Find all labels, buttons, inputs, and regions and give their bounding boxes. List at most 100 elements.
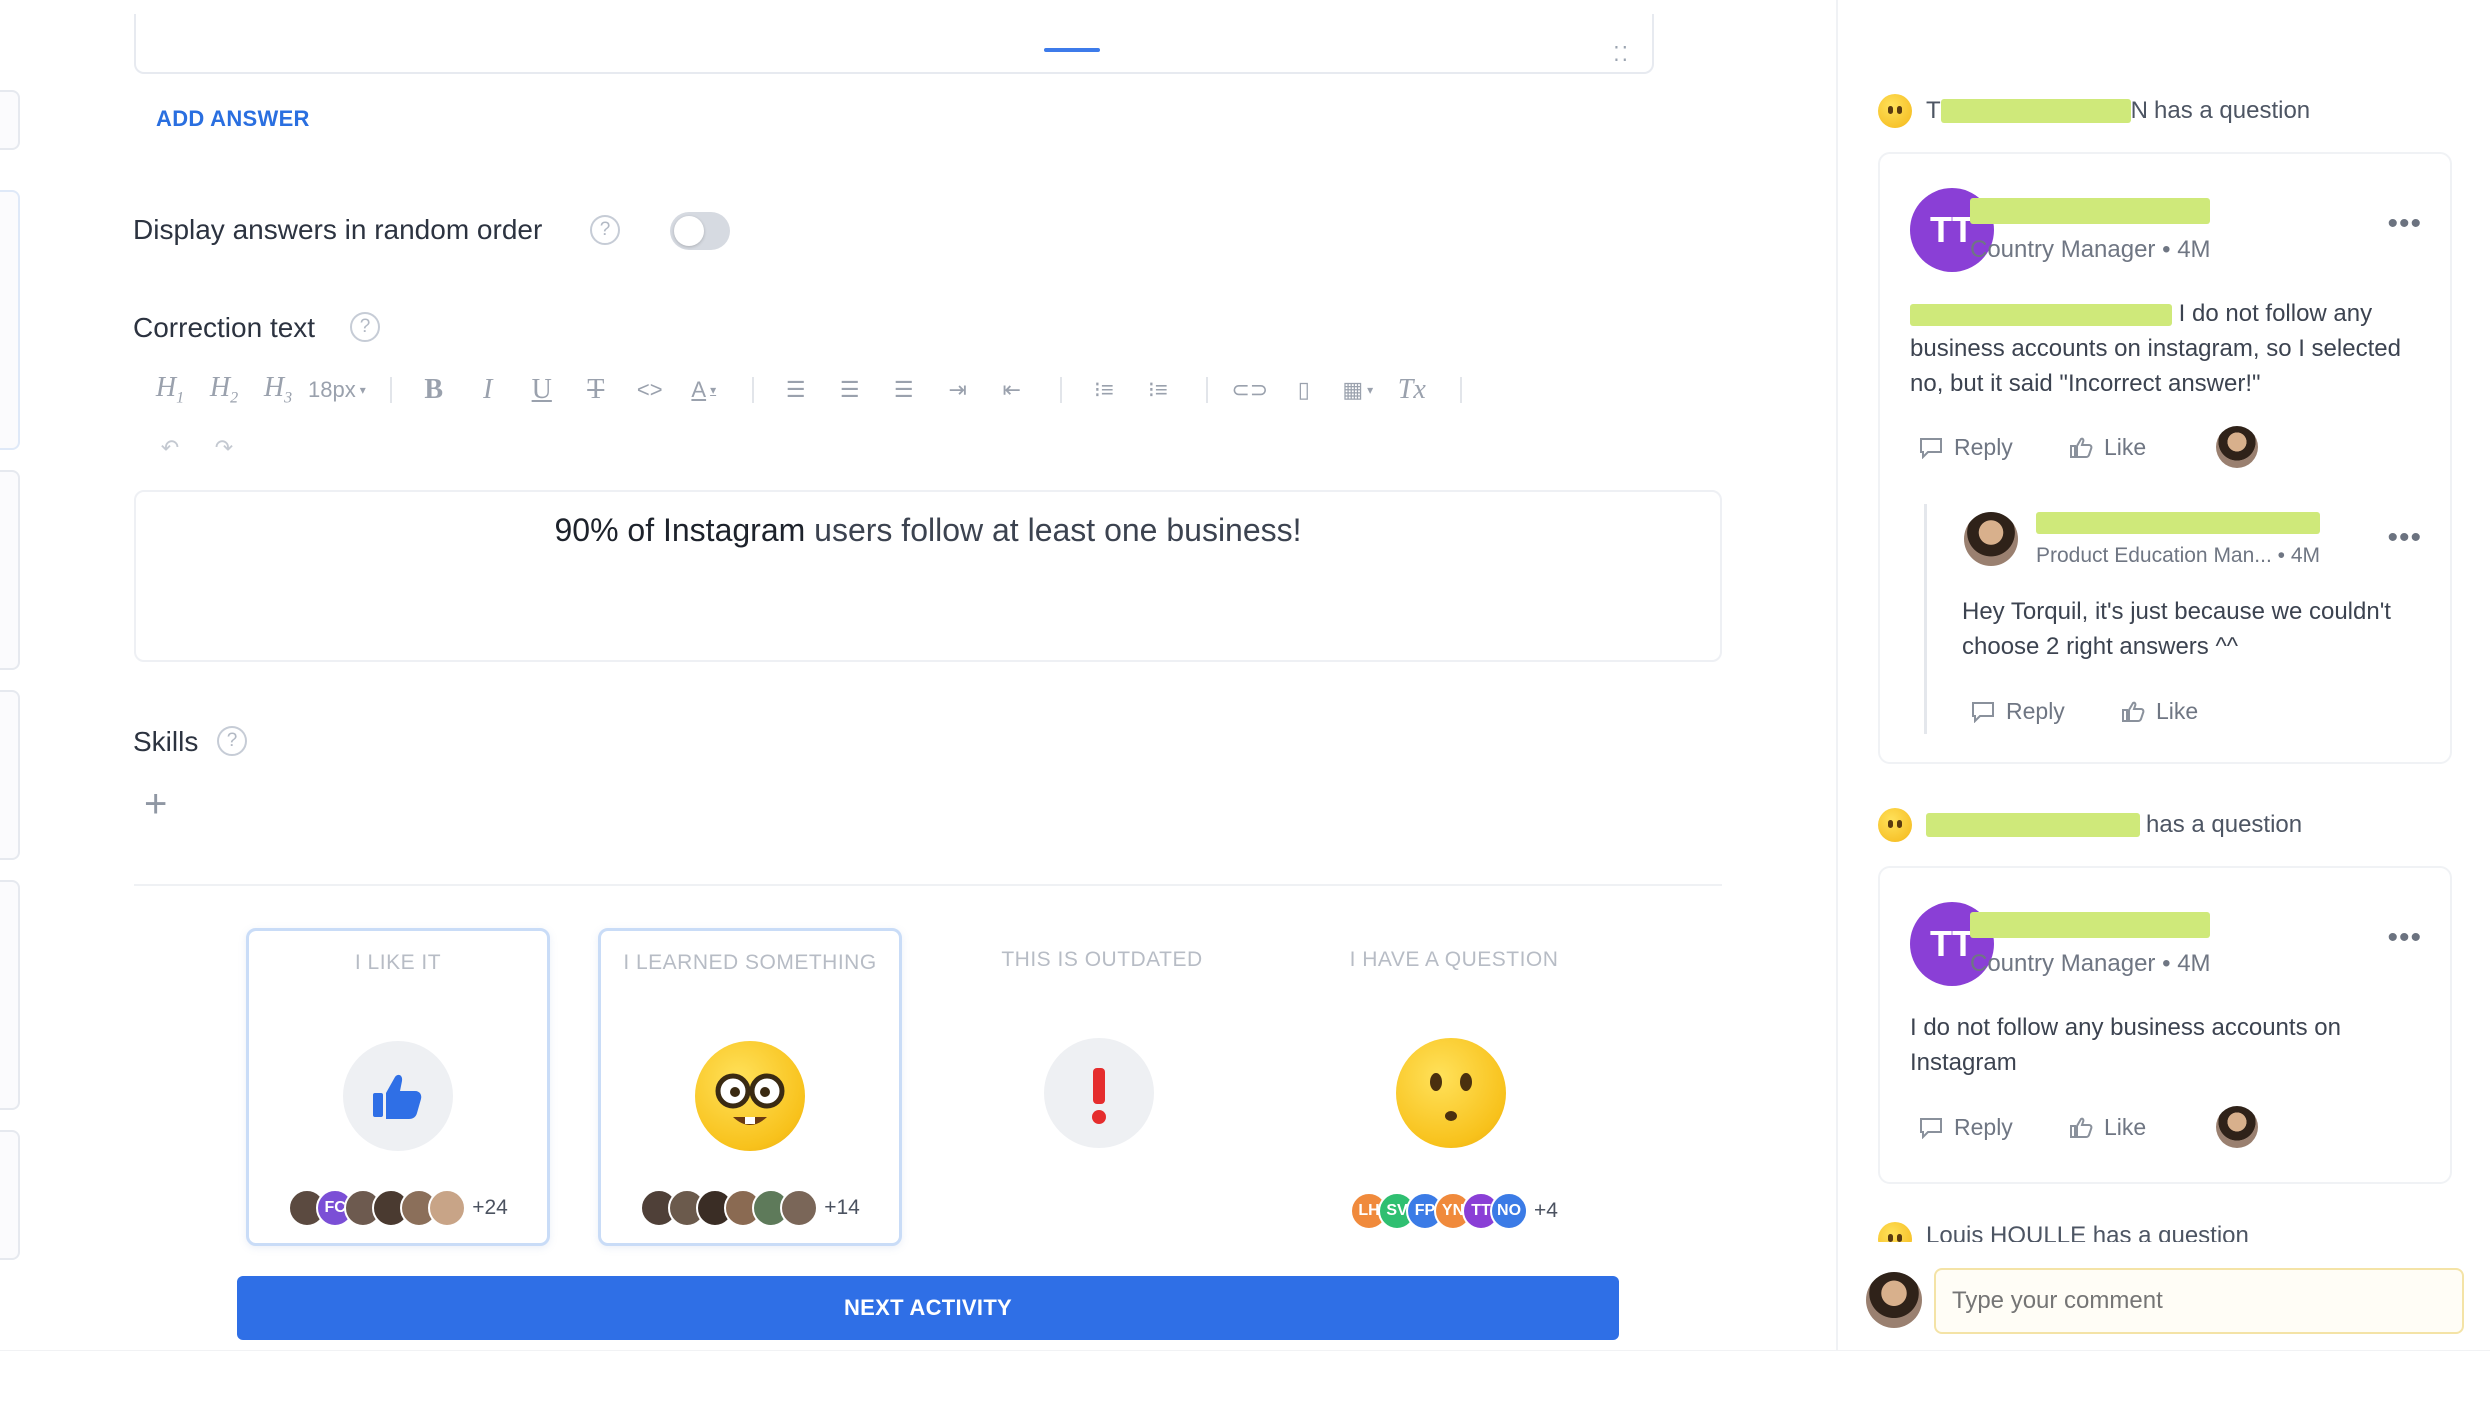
rail-tab[interactable] xyxy=(0,190,20,450)
reply-button[interactable]: Reply xyxy=(1918,1114,2013,1141)
left-rail xyxy=(0,50,22,1280)
author-meta: Country Manager • 4M xyxy=(1970,236,2211,263)
reaction-card-like[interactable]: I LIKE IT FC +24 xyxy=(246,928,550,1246)
rail-tab[interactable] xyxy=(0,90,20,150)
numbered-list-icon[interactable]: ⁝≡ xyxy=(1134,367,1182,413)
rich-text-toolbar: H1 H2 H3 18px ▾ B I U T <> A ▾ ☰ ☰ ☰ ⇥ ⇤ ⁝… xyxy=(146,365,1480,415)
author-meta: Country Manager • 4M xyxy=(1970,950,2211,977)
correction-text-editor[interactable]: 90% of Instagram users follow at least o… xyxy=(134,490,1722,662)
correction-text-highlight: 90% of Instagram xyxy=(554,512,806,548)
text-color-button[interactable]: A ▾ xyxy=(680,367,728,413)
reaction-title: I LIKE IT xyxy=(354,951,442,974)
rail-tab[interactable] xyxy=(0,470,20,670)
thumbs-up-icon xyxy=(2070,437,2093,458)
redacted-mention xyxy=(1910,303,2172,326)
comment-input[interactable] xyxy=(1934,1268,2464,1334)
reaction-title: I LEARNED SOMETHING xyxy=(623,951,877,974)
reaction-card-outdated[interactable]: THIS IS OUTDATED xyxy=(950,928,1254,1246)
reaction-avatars: LH SV FP YN TT NO +4 xyxy=(1302,1192,1606,1230)
thumbs-up-icon xyxy=(2070,1117,2093,1138)
question-header: has a question xyxy=(1878,808,2302,842)
reaction-title: THIS IS OUTDATED xyxy=(1001,948,1203,971)
like-label: Like xyxy=(2104,1114,2147,1140)
table-icon[interactable]: ▦ ▾ xyxy=(1334,367,1382,413)
reply-thread-line xyxy=(1924,504,1927,734)
reply-label: Reply xyxy=(2006,698,2065,724)
exclamation-icon xyxy=(1044,1038,1154,1148)
help-icon[interactable]: ? xyxy=(217,726,247,756)
strikethrough-button[interactable]: T xyxy=(572,367,620,413)
align-center-icon[interactable]: ☰ xyxy=(826,367,874,413)
nerd-face-icon xyxy=(695,1041,805,1151)
help-icon[interactable]: ? xyxy=(350,312,380,342)
toolbar-divider xyxy=(1059,377,1062,403)
heading2-button[interactable]: H2 xyxy=(200,367,248,413)
rail-tab[interactable] xyxy=(0,880,20,1110)
confused-face-icon xyxy=(1396,1038,1506,1148)
italic-button[interactable]: I xyxy=(464,367,512,413)
redo-icon[interactable]: ↷ xyxy=(200,425,248,471)
thumbs-up-icon xyxy=(343,1041,453,1151)
outdent-icon[interactable]: ⇤ xyxy=(988,367,1036,413)
reply-label: Reply xyxy=(1954,1114,2013,1140)
reaction-card-question[interactable]: I HAVE A QUESTION LH SV FP YN TT NO +4 xyxy=(1302,928,1606,1246)
underline-button[interactable]: U xyxy=(518,367,566,413)
page-bottom xyxy=(0,1350,2490,1401)
redacted-name xyxy=(1940,99,2131,123)
like-button[interactable]: Like xyxy=(2120,698,2198,725)
rail-tab[interactable] xyxy=(0,690,20,860)
drag-handle-icon[interactable]: ⁚⁚ xyxy=(1613,42,1630,67)
random-order-toggle[interactable] xyxy=(670,212,730,250)
link-icon[interactable]: ⊂⊃ xyxy=(1226,367,1274,413)
heading1-button[interactable]: H1 xyxy=(146,367,194,413)
undo-icon[interactable]: ↶ xyxy=(146,425,194,471)
font-size-select[interactable]: 18px ▾ xyxy=(308,367,366,413)
header-name-end: N xyxy=(2130,97,2149,124)
next-activity-button[interactable]: NEXT ACTIVITY xyxy=(237,1276,1619,1340)
reply-button[interactable]: Reply xyxy=(1970,698,2065,725)
comment-thread: TT Country Manager • 4M ••• I do not fol… xyxy=(1878,866,2452,1184)
toggle-knob xyxy=(674,216,704,246)
question-header: T N has a question xyxy=(1878,94,2310,128)
help-icon[interactable]: ? xyxy=(590,215,620,245)
redacted-author-name xyxy=(1970,198,2210,224)
toolbar-divider xyxy=(751,377,754,403)
reply-author-meta: Product Education Man... • 4M xyxy=(2036,544,2321,567)
avatar xyxy=(1964,512,2018,566)
bullet-list-icon[interactable]: ⁝≡ xyxy=(1080,367,1128,413)
reaction-card-learned[interactable]: I LEARNED SOMETHING +14 xyxy=(598,928,902,1246)
author-role: Country Manager xyxy=(1970,950,2156,977)
like-label: Like xyxy=(2156,698,2199,724)
indent-icon[interactable]: ⇥ xyxy=(934,367,982,413)
thumbs-up-icon xyxy=(2122,701,2145,722)
rail-tab[interactable] xyxy=(0,1130,20,1260)
confused-face-icon xyxy=(1878,808,1912,842)
answer-input[interactable]: ⁚⁚ xyxy=(134,14,1654,74)
random-order-label: Display answers in random order xyxy=(133,214,543,245)
add-skill-button[interactable]: + xyxy=(144,784,167,824)
confused-face-icon xyxy=(1878,1222,1912,1242)
comment-time: 4M xyxy=(2177,950,2211,977)
clear-format-button[interactable]: Tx xyxy=(1388,367,1436,413)
redacted-name xyxy=(1926,813,2140,837)
reaction-count: +24 xyxy=(472,1196,508,1219)
like-button[interactable]: Like xyxy=(2068,1114,2146,1141)
reaction-avatars: +14 xyxy=(601,1189,899,1227)
reply-button[interactable]: Reply xyxy=(1918,434,2013,461)
more-options-icon[interactable]: ••• xyxy=(2387,923,2422,953)
skills-label: Skills xyxy=(133,726,199,757)
comment-body: I do not follow any business accounts on… xyxy=(1910,296,2430,401)
align-left-icon[interactable]: ☰ xyxy=(772,367,820,413)
correction-text-content: 90% of Instagram users follow at least o… xyxy=(136,512,1720,549)
heading3-button[interactable]: H3 xyxy=(254,367,302,413)
more-options-icon[interactable]: ••• xyxy=(2387,523,2422,553)
redacted-author-name xyxy=(2036,512,2320,534)
like-button[interactable]: Like xyxy=(2068,434,2146,461)
add-answer-button[interactable]: ADD ANSWER xyxy=(156,106,310,132)
align-right-icon[interactable]: ☰ xyxy=(880,367,928,413)
history-toolbar: ↶ ↷ xyxy=(146,425,254,471)
file-icon[interactable]: ▯ xyxy=(1280,367,1328,413)
bold-button[interactable]: B xyxy=(410,367,458,413)
more-options-icon[interactable]: ••• xyxy=(2387,209,2422,239)
code-button[interactable]: <> xyxy=(626,367,674,413)
